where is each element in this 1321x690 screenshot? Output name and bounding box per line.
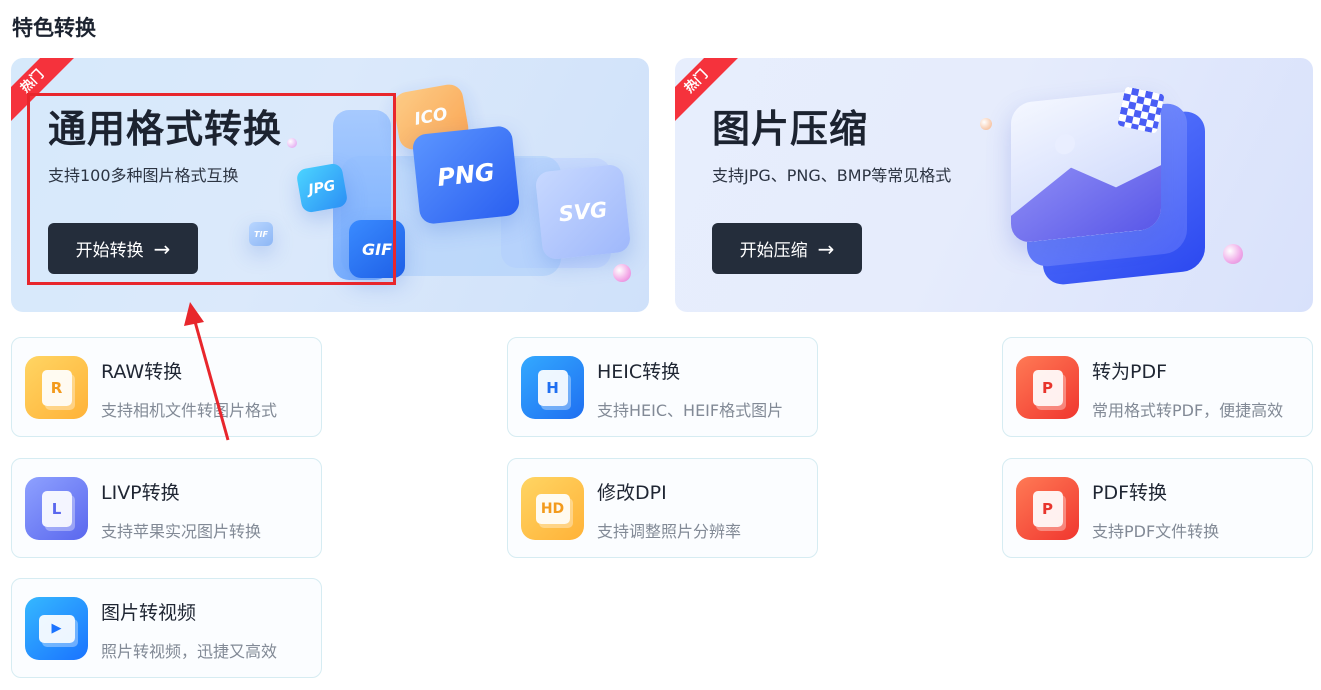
play-icon: ▶ bbox=[25, 597, 88, 660]
tif-tile: TIF bbox=[249, 222, 273, 246]
png-tile: PNG bbox=[411, 125, 521, 225]
card-desc: 常用格式转PDF，便捷高效 bbox=[1092, 401, 1284, 420]
gif-tile: GIF bbox=[349, 220, 405, 278]
raw-file-icon: R bbox=[25, 356, 88, 419]
banner-desc: 支持100多种图片格式互换 bbox=[48, 166, 239, 185]
card-desc: 支持调整照片分辨率 bbox=[597, 522, 742, 541]
photo-sun-icon bbox=[1055, 133, 1075, 156]
section-title: 特色转换 bbox=[12, 16, 96, 40]
banner-title: 通用格式转换 bbox=[48, 107, 283, 151]
image-to-video-card[interactable]: ▶ 图片转视频 照片转视频，迅捷又高效 bbox=[11, 578, 322, 678]
card-desc: 照片转视频，迅捷又高效 bbox=[101, 642, 278, 661]
card-desc: 支持相机文件转图片格式 bbox=[101, 401, 278, 420]
livp-file-icon: L bbox=[25, 477, 88, 540]
card-title: RAW转换 bbox=[101, 361, 183, 383]
card-title: 修改DPI bbox=[597, 482, 667, 504]
to-pdf-card[interactable]: P 转为PDF 常用格式转PDF，便捷高效 bbox=[1002, 337, 1313, 437]
card-title: 图片转视频 bbox=[101, 602, 197, 624]
start-convert-label: 开始转换 bbox=[75, 241, 144, 261]
hd-icon: HD bbox=[521, 477, 584, 540]
livp-convert-card[interactable]: L LIVP转换 支持苹果实况图片转换 bbox=[11, 458, 322, 558]
card-desc: 支持苹果实况图片转换 bbox=[101, 522, 262, 541]
card-title: HEIC转换 bbox=[597, 361, 681, 383]
pdf-convert-icon: P bbox=[1016, 477, 1079, 540]
bubble-pink bbox=[613, 264, 631, 282]
pdf-file-icon: P bbox=[1016, 356, 1079, 419]
heic-convert-card[interactable]: H HEIC转换 支持HEIC、HEIF格式图片 bbox=[507, 337, 818, 437]
dpi-edit-card[interactable]: HD 修改DPI 支持调整照片分辨率 bbox=[507, 458, 818, 558]
heic-file-icon: H bbox=[521, 356, 584, 419]
pdf-convert-card[interactable]: P PDF转换 支持PDF文件转换 bbox=[1002, 458, 1313, 558]
card-desc: 支持PDF文件转换 bbox=[1092, 522, 1220, 541]
bubble-pink bbox=[1223, 244, 1243, 264]
start-compress-label: 开始压缩 bbox=[739, 241, 808, 261]
bubble-peach bbox=[980, 118, 992, 130]
banner-title: 图片压缩 bbox=[712, 107, 869, 151]
jpg-tile: JPG bbox=[295, 162, 349, 214]
svg-tile: SVG bbox=[534, 163, 632, 261]
start-compress-button[interactable]: 开始压缩 → bbox=[712, 223, 862, 274]
card-desc: 支持HEIC、HEIF格式图片 bbox=[597, 401, 784, 420]
banner-desc: 支持JPG、PNG、BMP等常见格式 bbox=[712, 166, 952, 185]
checker-tile bbox=[1117, 86, 1165, 134]
start-convert-button[interactable]: 开始转换 → bbox=[48, 223, 198, 274]
card-title: 转为PDF bbox=[1092, 361, 1168, 383]
format-convert-banner[interactable]: 热门 ICO PNG JPG SVG TIF GIF 通用格式转换 支持100多… bbox=[11, 58, 649, 312]
arrow-right-icon: → bbox=[817, 236, 835, 261]
compress-banner[interactable]: 热门 图片压缩 支持JPG、PNG、BMP等常见格式 开始压缩 → bbox=[675, 58, 1313, 312]
raw-convert-card[interactable]: R RAW转换 支持相机文件转图片格式 bbox=[11, 337, 322, 437]
card-title: PDF转换 bbox=[1092, 482, 1168, 504]
bubble-small bbox=[287, 138, 297, 148]
arrow-right-icon: → bbox=[153, 236, 171, 261]
card-title: LIVP转换 bbox=[101, 482, 180, 504]
